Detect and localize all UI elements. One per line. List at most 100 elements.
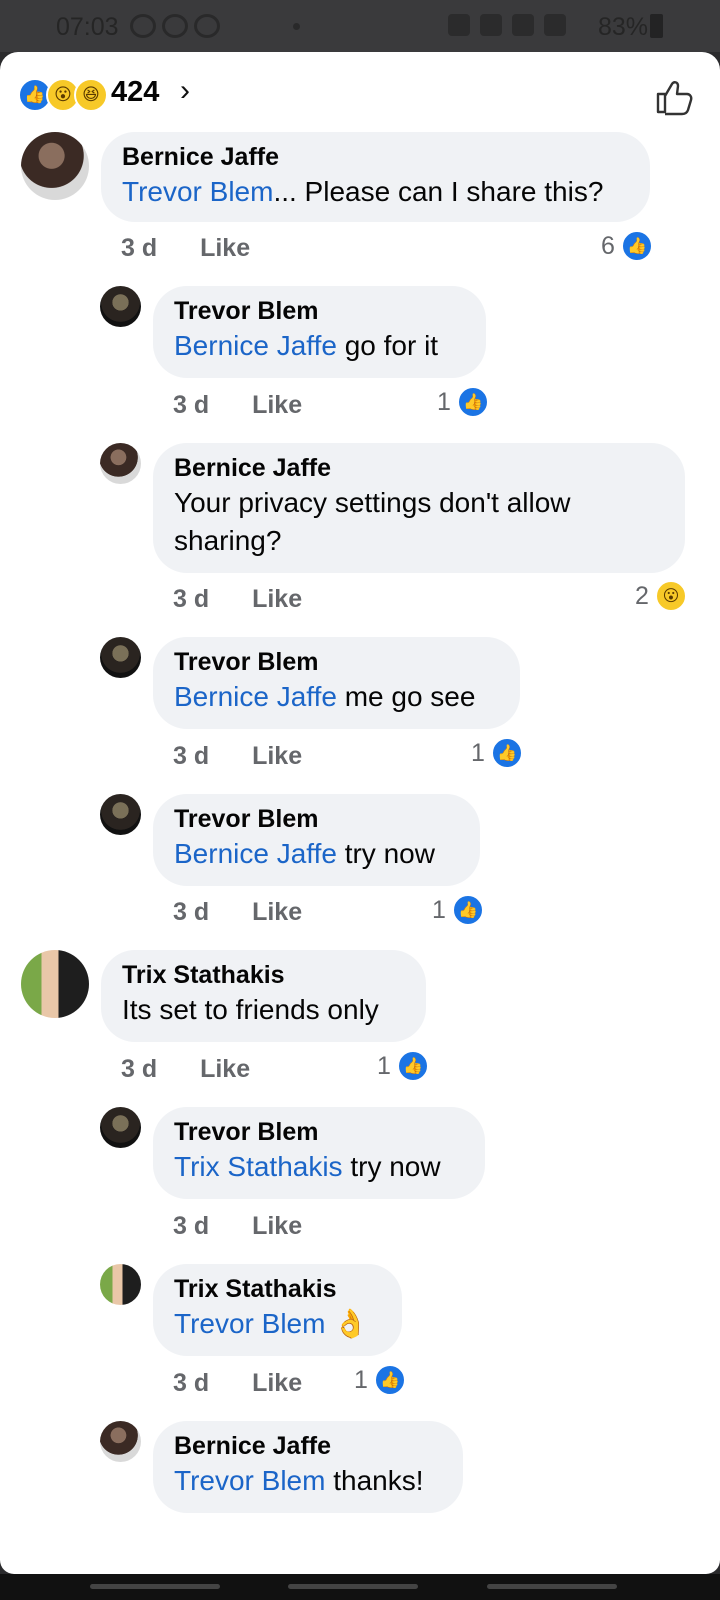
like-button[interactable]: Like bbox=[252, 1369, 302, 1397]
recents-nav-button[interactable] bbox=[90, 1584, 220, 1589]
mention-link[interactable]: Trevor Blem bbox=[174, 1308, 325, 1339]
comment-reactions[interactable]: 1 👍 bbox=[432, 894, 484, 926]
like-reaction-icon: 👍 bbox=[451, 894, 484, 926]
chevron-right-icon[interactable]: › bbox=[180, 74, 190, 108]
reaction-count: 1 bbox=[437, 387, 451, 416]
comment-bubble[interactable]: Trevor Blem Bernice Jaffe try now bbox=[153, 794, 480, 886]
battery-icon bbox=[650, 14, 663, 38]
comment-age[interactable]: 3 d bbox=[121, 234, 157, 262]
comment-author[interactable]: Trevor Blem bbox=[174, 803, 458, 835]
comment-body: ... Please can I share this? bbox=[273, 176, 604, 207]
comment-text: Bernice Jaffe try now bbox=[174, 835, 458, 873]
comment-actions: 3 d Like bbox=[173, 898, 302, 927]
comment-author[interactable]: Trevor Blem bbox=[174, 646, 498, 678]
comment-age[interactable]: 3 d bbox=[173, 1212, 209, 1240]
comment-body: 👌 bbox=[325, 1308, 369, 1339]
comment-text: Bernice Jaffe me go see bbox=[174, 678, 498, 716]
avatar[interactable] bbox=[100, 794, 141, 835]
like-button[interactable]: Like bbox=[252, 585, 302, 613]
comment-text: Trix Stathakis try now bbox=[174, 1148, 463, 1186]
like-post-icon[interactable] bbox=[654, 76, 694, 116]
avatar[interactable] bbox=[100, 443, 141, 484]
comment-reactions[interactable]: 1 👍 bbox=[377, 1050, 429, 1082]
reaction-count: 1 bbox=[471, 738, 485, 767]
avatar[interactable] bbox=[100, 1421, 141, 1462]
like-button[interactable]: Like bbox=[252, 742, 302, 770]
notification-icons bbox=[130, 14, 220, 38]
back-nav-button[interactable] bbox=[487, 1584, 617, 1589]
comment-actions: 3 d Like bbox=[173, 585, 302, 614]
haha-reaction-icon: 😆 bbox=[74, 78, 108, 112]
comment-age[interactable]: 3 d bbox=[173, 742, 209, 770]
comment-bubble[interactable]: Bernice Jaffe Trevor Blem thanks! bbox=[153, 1421, 463, 1513]
mention-link[interactable]: Bernice Jaffe bbox=[174, 681, 337, 712]
comment-bubble[interactable]: Trix Stathakis Trevor Blem 👌 bbox=[153, 1264, 402, 1356]
comments-sheet: 👍 😮 😆 424 › Bernice Jaffe Trevor Blem...… bbox=[0, 52, 720, 1574]
like-button[interactable]: Like bbox=[200, 234, 250, 262]
comment-bubble[interactable]: Bernice Jaffe Your privacy settings don'… bbox=[153, 443, 685, 573]
avatar[interactable] bbox=[21, 132, 89, 200]
home-nav-button[interactable] bbox=[288, 1584, 418, 1589]
comment-bubble[interactable]: Bernice Jaffe Trevor Blem... Please can … bbox=[101, 132, 650, 222]
mention-link[interactable]: Trix Stathakis bbox=[174, 1151, 343, 1182]
comment-bubble[interactable]: Trix Stathakis Its set to friends only bbox=[101, 950, 426, 1042]
comment-body: go for it bbox=[336, 330, 439, 361]
comment-actions: 3 d Like bbox=[173, 1212, 302, 1241]
status-time: 07:03 bbox=[56, 13, 119, 41]
comment-actions: 3 d Like bbox=[121, 234, 250, 263]
comment-author[interactable]: Bernice Jaffe bbox=[122, 141, 628, 173]
mention-link[interactable]: Bernice Jaffe bbox=[174, 330, 337, 361]
comment-reactions[interactable]: 1 👍 bbox=[354, 1364, 406, 1396]
reaction-summary[interactable]: 👍 😮 😆 bbox=[18, 78, 108, 112]
comment-reactions[interactable]: 1 👍 bbox=[471, 737, 523, 769]
like-button[interactable]: Like bbox=[252, 898, 302, 926]
comment-author[interactable]: Bernice Jaffe bbox=[174, 1430, 441, 1462]
avatar[interactable] bbox=[100, 1264, 141, 1305]
avatar[interactable] bbox=[100, 286, 141, 327]
comment-bubble[interactable]: Trevor Blem Bernice Jaffe me go see bbox=[153, 637, 520, 729]
battery-percent: 83% bbox=[598, 13, 649, 41]
mention-link[interactable]: Bernice Jaffe bbox=[174, 838, 337, 869]
avatar[interactable] bbox=[21, 950, 89, 1018]
comment-age[interactable]: 3 d bbox=[121, 1055, 157, 1083]
comment-actions: 3 d Like bbox=[173, 1369, 302, 1398]
reaction-count: 1 bbox=[354, 1365, 368, 1394]
sync-icon bbox=[130, 14, 156, 38]
comment-text: Bernice Jaffe go for it bbox=[174, 327, 464, 365]
comment-actions: 3 d Like bbox=[173, 391, 302, 420]
reaction-count: 1 bbox=[377, 1051, 391, 1080]
comment-body: try now bbox=[342, 1151, 441, 1182]
like-button[interactable]: Like bbox=[200, 1055, 250, 1083]
comment-age[interactable]: 3 d bbox=[173, 585, 209, 613]
like-reaction-icon: 👍 bbox=[456, 386, 489, 418]
comment-author[interactable]: Trix Stathakis bbox=[122, 959, 404, 991]
comment-author[interactable]: Trix Stathakis bbox=[174, 1273, 380, 1305]
mention-link[interactable]: Trevor Blem bbox=[174, 1465, 325, 1496]
sync-icon bbox=[194, 14, 220, 38]
comment-reactions[interactable]: 6 👍 bbox=[601, 230, 653, 262]
mention-link[interactable]: Trevor Blem bbox=[122, 176, 273, 207]
comment-reactions[interactable]: 2 😮 bbox=[635, 580, 687, 612]
reaction-count: 6 bbox=[601, 231, 615, 260]
comment-age[interactable]: 3 d bbox=[173, 1369, 209, 1397]
comment-author[interactable]: Trevor Blem bbox=[174, 1116, 463, 1148]
lock-icon bbox=[448, 14, 470, 36]
wifi-icon bbox=[544, 14, 566, 36]
avatar[interactable] bbox=[100, 637, 141, 678]
like-button[interactable]: Like bbox=[252, 1212, 302, 1240]
comment-bubble[interactable]: Trevor Blem Trix Stathakis try now bbox=[153, 1107, 485, 1199]
like-reaction-icon: 👍 bbox=[490, 737, 523, 769]
comment-age[interactable]: 3 d bbox=[173, 391, 209, 419]
reaction-count: 2 bbox=[635, 581, 649, 610]
like-button[interactable]: Like bbox=[252, 391, 302, 419]
avatar[interactable] bbox=[100, 1107, 141, 1148]
comment-age[interactable]: 3 d bbox=[173, 898, 209, 926]
reaction-count[interactable]: 424 bbox=[111, 76, 159, 109]
comment-author[interactable]: Bernice Jaffe bbox=[174, 452, 663, 484]
alarm-icon bbox=[480, 14, 502, 36]
reactions-header: 👍 😮 😆 424 › bbox=[0, 52, 720, 134]
comment-reactions[interactable]: 1 👍 bbox=[437, 386, 489, 418]
system-icons bbox=[448, 14, 566, 36]
comment-bubble[interactable]: Trevor Blem Bernice Jaffe go for it bbox=[153, 286, 486, 378]
comment-author[interactable]: Trevor Blem bbox=[174, 295, 464, 327]
